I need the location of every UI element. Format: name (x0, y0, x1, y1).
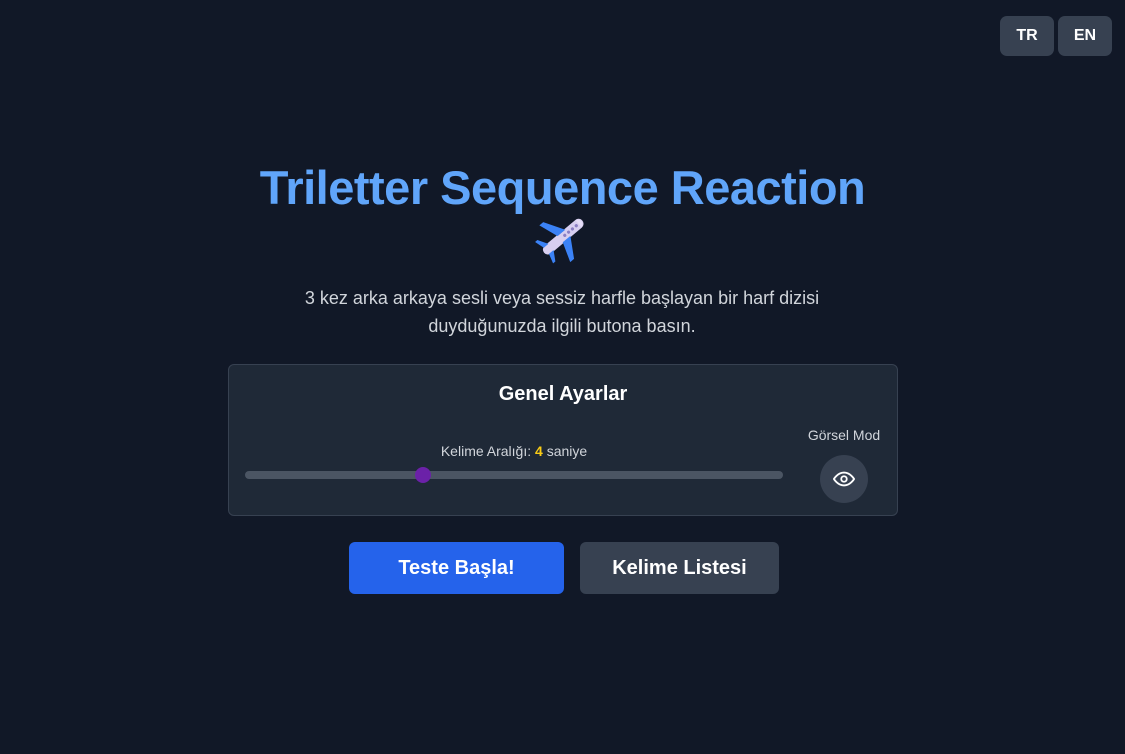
settings-panel: Genel Ayarlar Kelime Aralığı: 4 saniye G… (228, 364, 898, 516)
visual-mode-toggle[interactable] (820, 455, 868, 503)
word-interval-slider[interactable] (245, 467, 783, 483)
action-buttons: Teste Başla! Kelime Listesi (349, 542, 779, 594)
word-interval-value: 4 (535, 443, 543, 459)
word-interval-unit: saniye (546, 443, 588, 459)
airplane-icon (535, 218, 584, 264)
language-en-button[interactable]: EN (1058, 16, 1112, 56)
language-tr-button[interactable]: TR (1000, 16, 1054, 56)
word-interval-label: Kelime Aralığı: 4 saniye (245, 443, 783, 459)
visual-mode-control: Görsel Mod (799, 427, 889, 503)
language-switch: TR EN (1000, 16, 1112, 56)
eye-icon (833, 471, 855, 487)
settings-title: Genel Ayarlar (498, 383, 628, 405)
instructions-text: 3 kez arka arkaya sesli veya sessiz harf… (304, 288, 820, 336)
start-test-button[interactable]: Teste Başla! (349, 542, 564, 594)
visual-mode-label: Görsel Mod (807, 427, 881, 443)
word-list-button[interactable]: Kelime Listesi (580, 542, 779, 594)
slider-thumb[interactable] (414, 467, 431, 483)
word-interval-caption: Kelime Aralığı: (440, 443, 532, 459)
